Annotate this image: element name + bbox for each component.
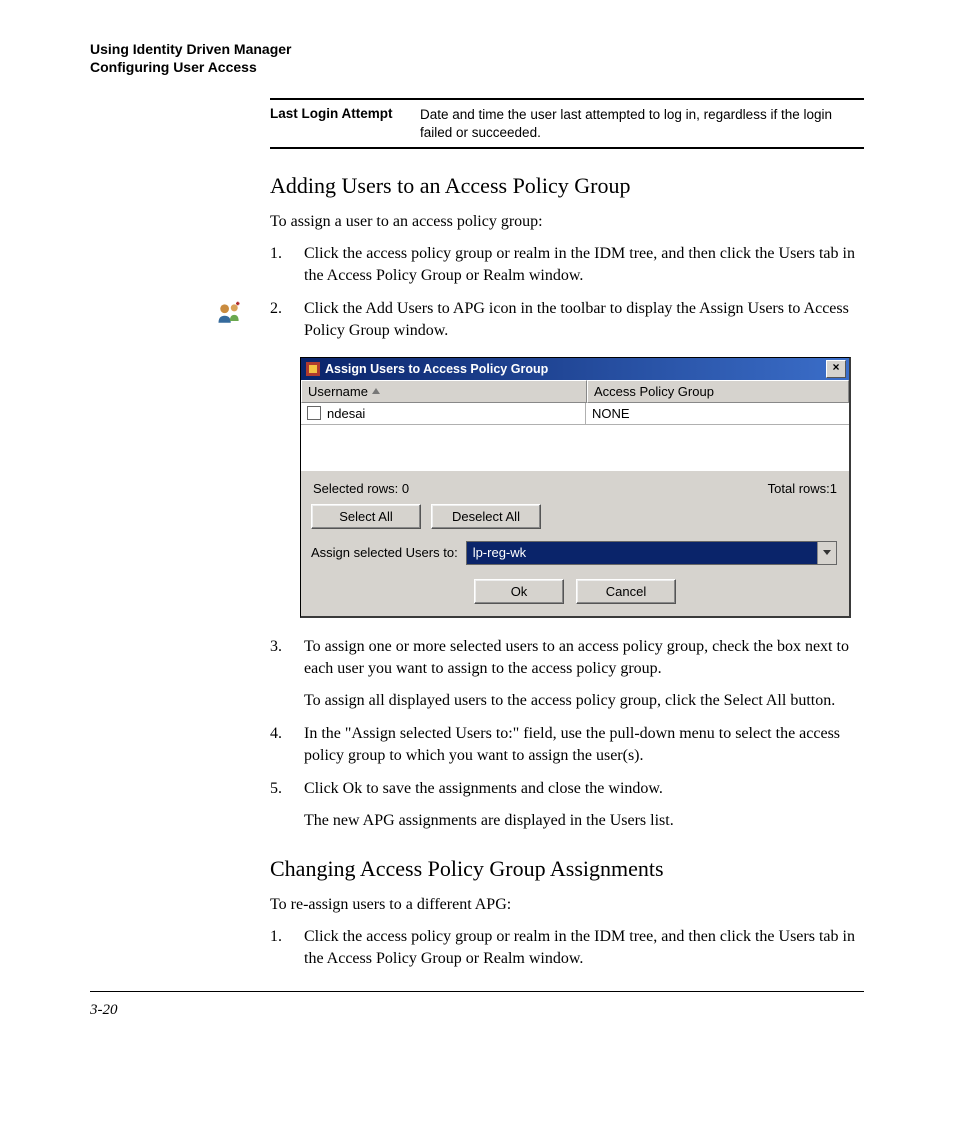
- section1-steps: 1. Click the access policy group or real…: [270, 243, 864, 343]
- cancel-button[interactable]: Cancel: [576, 579, 676, 604]
- step-4-text: In the "Assign selected Users to:" field…: [304, 723, 864, 768]
- table-row[interactable]: ndesai NONE: [301, 403, 849, 424]
- page-footer: 3-20: [90, 991, 864, 1019]
- assign-dropdown-value: lp-reg-wk: [467, 542, 817, 564]
- section2-step-1: 1. Click the access policy group or real…: [270, 926, 864, 971]
- dropdown-arrow-button[interactable]: [817, 542, 836, 564]
- assign-users-dialog: Assign Users to Access Policy Group × Us…: [300, 357, 851, 618]
- step-1-text: Click the access policy group or realm i…: [304, 243, 864, 288]
- attr-term: Last Login Attempt: [270, 106, 420, 141]
- chevron-down-icon: [823, 550, 831, 555]
- row-apg: NONE: [586, 403, 849, 424]
- dialog-titlebar: Assign Users to Access Policy Group ×: [301, 358, 849, 380]
- attribute-table: Last Login Attempt Date and time the use…: [270, 98, 864, 149]
- deselect-all-button[interactable]: Deselect All: [431, 504, 541, 529]
- add-users-to-apg-icon: [215, 300, 243, 328]
- step-3-text: To assign one or more selected users to …: [304, 638, 849, 677]
- selected-rows-label: Selected rows: 0: [313, 481, 409, 496]
- section-adding-users-title: Adding Users to an Access Policy Group: [270, 173, 864, 199]
- select-all-button[interactable]: Select All: [311, 504, 421, 529]
- total-rows-label: Total rows:1: [768, 481, 837, 496]
- ok-button[interactable]: Ok: [474, 579, 564, 604]
- grid-header: Username Access Policy Group: [301, 380, 849, 403]
- dialog-app-icon: [305, 361, 321, 377]
- step-3: 3. To assign one or more selected users …: [270, 636, 864, 713]
- section1-intro: To assign a user to an access policy gro…: [270, 211, 864, 233]
- col-username-label: Username: [308, 384, 368, 399]
- assign-label: Assign selected Users to:: [311, 545, 458, 560]
- step-3-sub: To assign all displayed users to the acc…: [304, 690, 864, 712]
- col-username[interactable]: Username: [301, 380, 587, 403]
- header-line2: Configuring User Access: [90, 58, 864, 76]
- step-5-sub: The new APG assignments are displayed in…: [304, 810, 864, 832]
- page-number: 3-20: [90, 1002, 864, 1019]
- attr-desc: Date and time the user last attempted to…: [420, 106, 864, 141]
- step-5: 5. Click Ok to save the assignments and …: [270, 778, 864, 833]
- row-username: ndesai: [327, 406, 365, 421]
- header-line1: Using Identity Driven Manager: [90, 40, 864, 58]
- sort-ascending-icon: [372, 388, 380, 394]
- dialog-title: Assign Users to Access Policy Group: [325, 362, 826, 376]
- col-apg[interactable]: Access Policy Group: [587, 380, 849, 403]
- grid-status-row: Selected rows: 0 Total rows:1: [301, 471, 849, 504]
- close-button[interactable]: ×: [826, 360, 846, 378]
- section-changing-apg-title: Changing Access Policy Group Assignments: [270, 856, 864, 882]
- section2-step-1-text: Click the access policy group or realm i…: [304, 926, 864, 971]
- step-4: 4. In the "Assign selected Users to:" fi…: [270, 723, 864, 768]
- section1-steps-cont: 3. To assign one or more selected users …: [270, 636, 864, 833]
- grid-empty-area: [301, 424, 849, 471]
- step-2: 2. Click the Add Users to APG icon in th…: [270, 298, 864, 343]
- section2-steps: 1. Click the access policy group or real…: [270, 926, 864, 971]
- step-5-text: Click Ok to save the assignments and clo…: [304, 780, 663, 797]
- step-1: 1. Click the access policy group or real…: [270, 243, 864, 288]
- row-checkbox[interactable]: [307, 406, 321, 420]
- running-header: Using Identity Driven Manager Configurin…: [90, 40, 864, 76]
- section2-intro: To re-assign users to a different APG:: [270, 894, 864, 916]
- step-2-text: Click the Add Users to APG icon in the t…: [304, 298, 864, 343]
- assign-dropdown[interactable]: lp-reg-wk: [466, 541, 837, 565]
